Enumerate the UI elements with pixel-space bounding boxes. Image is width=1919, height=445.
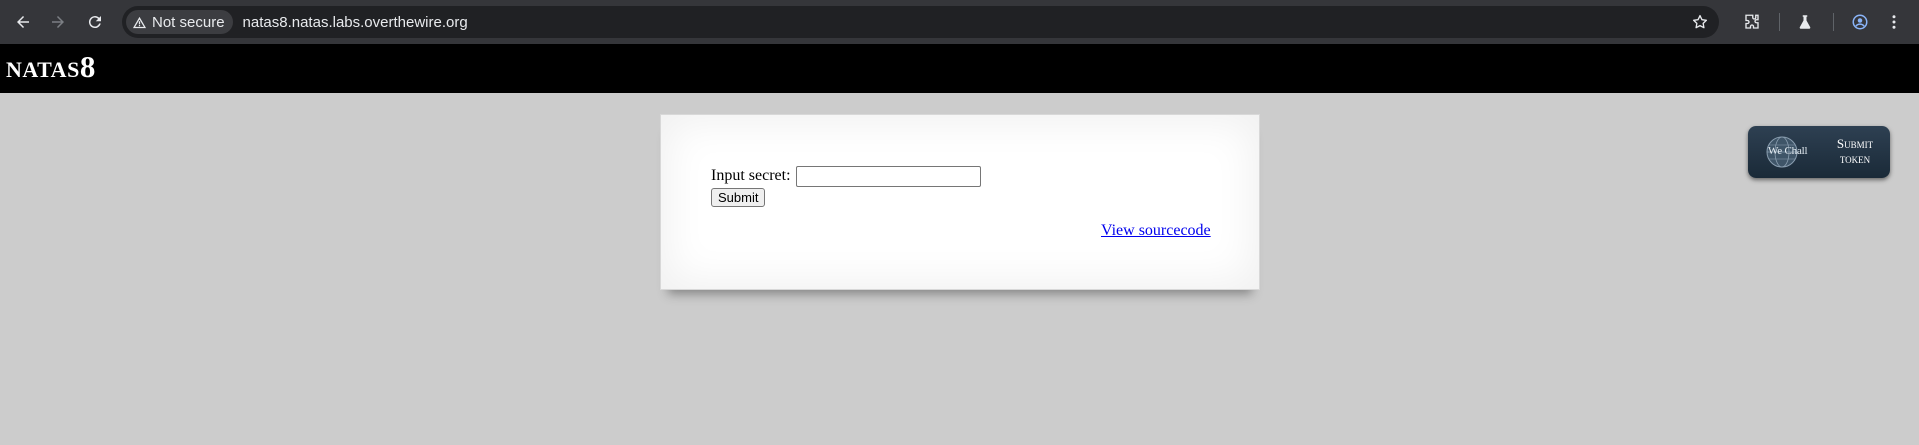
submit-token-line2: token — [1839, 151, 1871, 166]
forward-arrow-icon[interactable] — [46, 10, 70, 34]
address-bar[interactable]: Not secure natas8.natas.labs.overthewire… — [122, 6, 1719, 38]
security-chip[interactable]: Not secure — [126, 10, 233, 34]
view-sourcecode-link[interactable]: View sourcecode — [1101, 222, 1211, 240]
content-card: Input secret: Submit View sourcecode — [660, 114, 1260, 290]
extensions-icon[interactable] — [1740, 10, 1764, 34]
url-text[interactable]: natas8.natas.labs.overthewire.org — [243, 14, 468, 31]
submit-token-line1: Submit — [1836, 136, 1874, 151]
profile-icon[interactable] — [1848, 10, 1872, 34]
page-header: NATAS8 — [0, 44, 1919, 93]
page-title-number: 8 — [79, 49, 96, 84]
star-icon[interactable] — [1691, 13, 1709, 31]
reload-icon[interactable] — [83, 10, 107, 34]
secret-form: Input secret: Submit — [711, 165, 981, 207]
wechall-submit-token-button[interactable]: We Chall Submit token — [1748, 126, 1890, 178]
page-title-prefix: NATAS — [6, 57, 80, 82]
back-arrow-icon[interactable] — [11, 10, 35, 34]
page-title: NATAS8 — [6, 51, 95, 82]
submit-button[interactable]: Submit — [711, 188, 766, 207]
toolbar-divider — [1833, 13, 1834, 31]
submit-token-label: Submit token — [1826, 136, 1884, 166]
security-label: Not secure — [152, 13, 225, 31]
wechall-logo-text: We Chall — [1768, 145, 1808, 157]
toolbar-divider — [1779, 13, 1780, 31]
secret-row: Input secret: — [711, 165, 981, 187]
secret-label: Input secret: — [711, 167, 791, 184]
warning-triangle-icon — [132, 16, 147, 28]
browser-toolbar: Not secure natas8.natas.labs.overthewire… — [0, 0, 1919, 44]
labs-flask-icon[interactable] — [1793, 10, 1817, 34]
kebab-menu-icon[interactable] — [1882, 10, 1906, 34]
secret-input[interactable] — [795, 165, 981, 187]
